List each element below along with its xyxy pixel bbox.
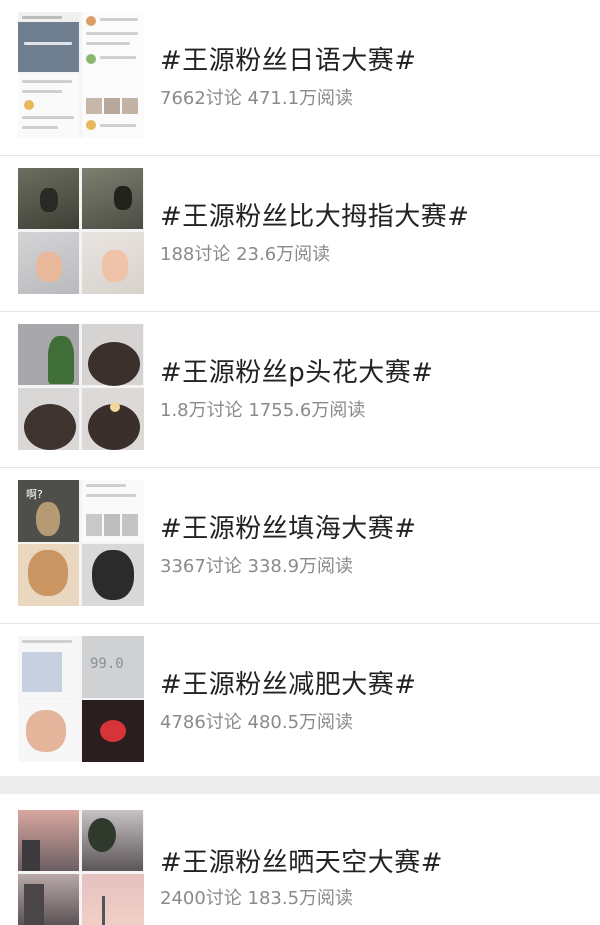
topic-title: #王源粉丝日语大赛#: [160, 46, 417, 76]
thumb-caption: 啊?: [26, 488, 43, 501]
topic-thumbnail: 99.0: [18, 636, 144, 762]
topic-stats: 4786讨论 480.5万阅读: [160, 712, 354, 733]
topic-title: #王源粉丝晒天空大赛#: [160, 848, 444, 878]
topic-stats: 2400讨论 183.5万阅读: [160, 888, 354, 909]
topic-thumbnail: [18, 168, 144, 294]
topic-thumbnail: [18, 12, 144, 138]
topic-title: #王源粉丝比大拇指大赛#: [160, 202, 470, 232]
topic-item-fill-sea[interactable]: 啊? #王源粉丝填海大赛# 3367讨论 338.9万阅读: [0, 468, 600, 624]
topic-stats: 3367讨论 338.9万阅读: [160, 556, 354, 577]
topic-stats: 1.8万讨论 1755.6万阅读: [160, 400, 366, 421]
topic-item-headflower[interactable]: #王源粉丝p头花大赛# 1.8万讨论 1755.6万阅读: [0, 312, 600, 468]
topic-thumbnail: [18, 324, 144, 450]
topic-thumbnail: 啊?: [18, 480, 144, 606]
topic-title: #王源粉丝减肥大赛#: [160, 670, 417, 700]
topic-item-sky[interactable]: #王源粉丝晒天空大赛# 2400讨论 183.5万阅读: [0, 794, 600, 925]
topic-stats: 188讨论 23.6万阅读: [160, 244, 331, 265]
section-divider: [0, 776, 600, 794]
topic-item-diet[interactable]: 99.0 #王源粉丝减肥大赛# 4786讨论 480.5万阅读: [0, 624, 600, 776]
topic-title: #王源粉丝填海大赛#: [160, 514, 417, 544]
topic-thumbnail: [18, 810, 144, 925]
topic-item-japanese[interactable]: #王源粉丝日语大赛# 7662讨论 471.1万阅读: [0, 0, 600, 156]
topic-item-thumb[interactable]: #王源粉丝比大拇指大赛# 188讨论 23.6万阅读: [0, 156, 600, 312]
thumb-scale-reading: 99.0: [90, 656, 124, 672]
topic-stats: 7662讨论 471.1万阅读: [160, 88, 354, 109]
topic-list: #王源粉丝日语大赛# 7662讨论 471.1万阅读 #王源粉丝比大拇指大赛# …: [0, 0, 600, 925]
topic-title: #王源粉丝p头花大赛#: [160, 358, 434, 388]
